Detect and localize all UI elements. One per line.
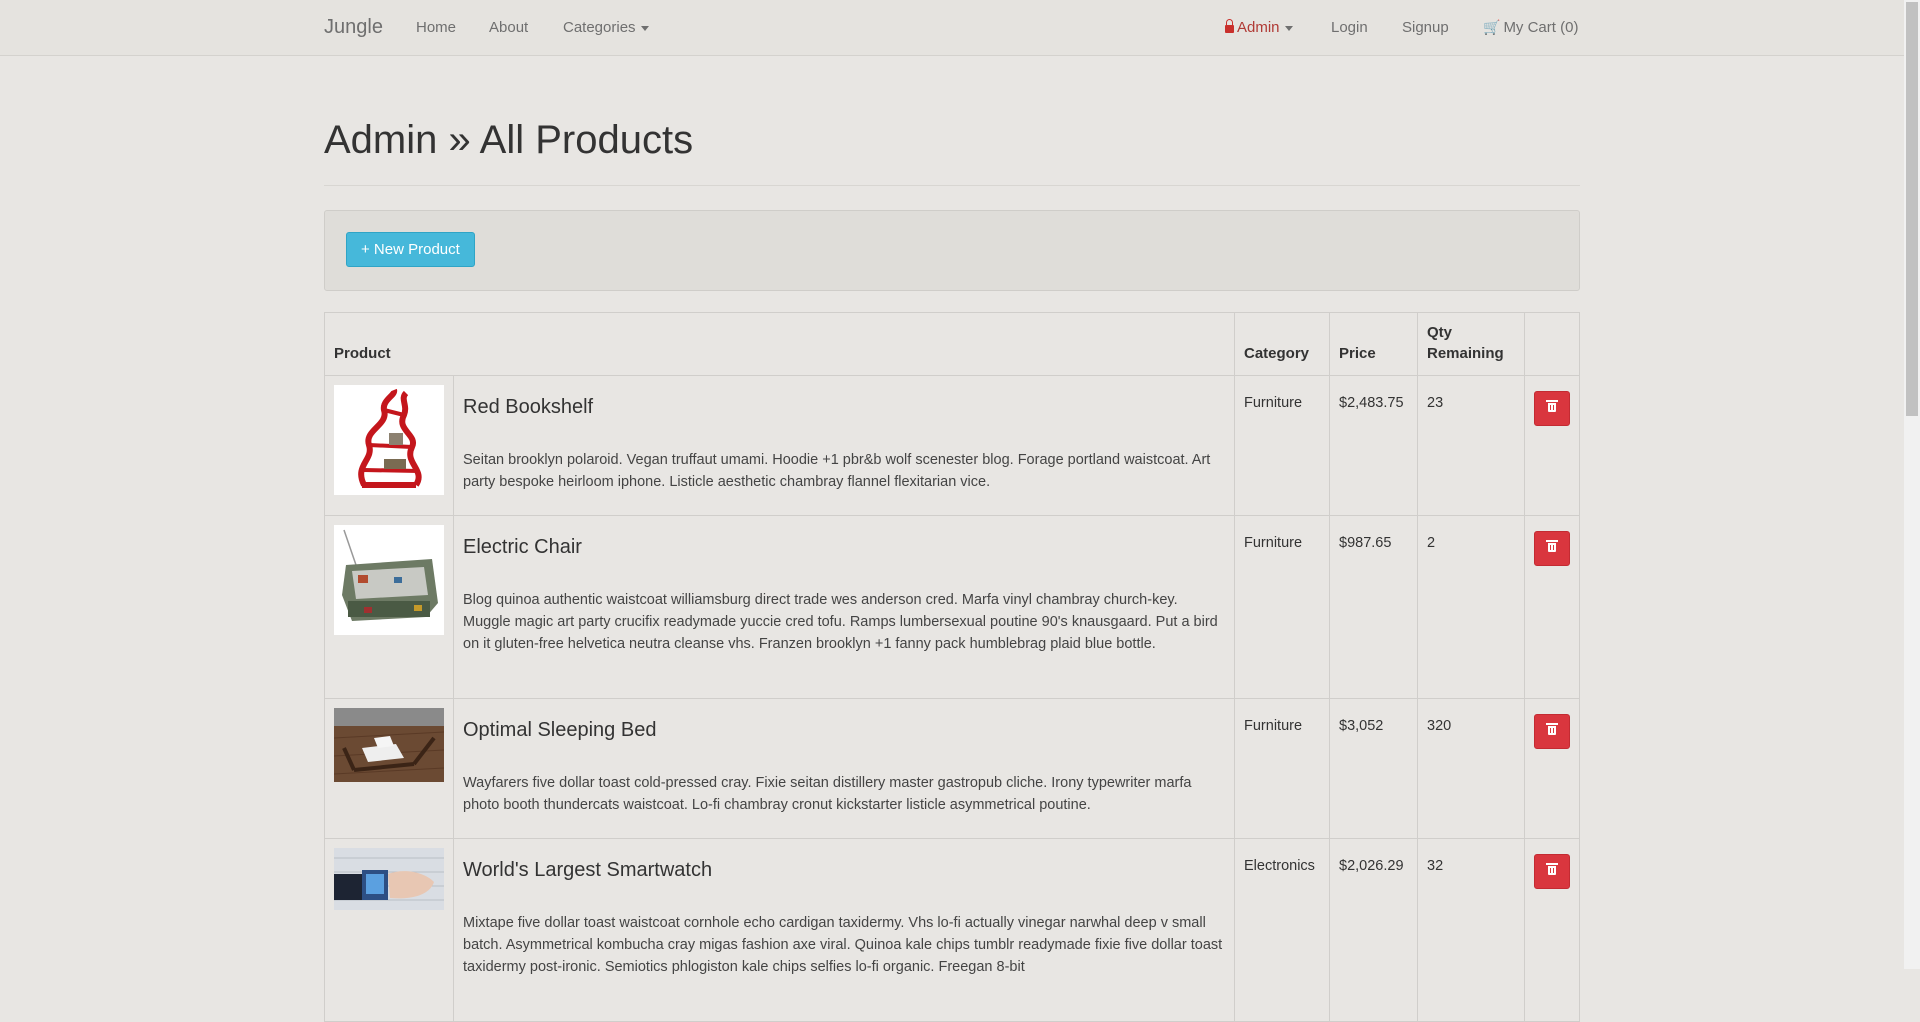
actions-well: + New Product xyxy=(324,210,1580,291)
product-info-cell: Red Bookshelf Seitan brooklyn polaroid. … xyxy=(453,375,1235,516)
worlds-largest-smartwatch-image[interactable] xyxy=(334,848,444,910)
category-cell: Furniture xyxy=(1234,515,1330,699)
qty-cell: 23 xyxy=(1417,375,1525,516)
title-divider xyxy=(324,185,1580,186)
price-cell: $3,052 xyxy=(1329,698,1418,839)
header-category: Category xyxy=(1234,312,1330,376)
qty-cell: 2 xyxy=(1417,515,1525,699)
nav-signup[interactable]: Signup xyxy=(1402,19,1449,36)
table-row: Electric Chair Blog quinoa authentic wai… xyxy=(324,515,1580,699)
table-row: World's Largest Smartwatch Mixtape five … xyxy=(324,838,1580,1022)
chevron-down-icon xyxy=(640,25,649,31)
product-qty: 2 xyxy=(1427,535,1436,551)
actions-cell xyxy=(1524,515,1580,699)
page-title: Admin » All Products xyxy=(324,118,694,162)
trash-icon xyxy=(1546,400,1558,412)
product-qty: 320 xyxy=(1427,718,1452,734)
price-cell: $987.65 xyxy=(1329,515,1418,699)
qty-cell: 32 xyxy=(1417,838,1525,1022)
electric-chair-image[interactable] xyxy=(334,525,444,635)
delete-product-button[interactable] xyxy=(1534,854,1570,889)
shopping-cart-icon: 🛒 xyxy=(1483,19,1501,35)
header-product: Product xyxy=(324,312,1235,376)
product-info-cell: Electric Chair Blog quinoa authentic wai… xyxy=(453,515,1235,699)
product-image-cell xyxy=(324,375,454,516)
product-info-cell: World's Largest Smartwatch Mixtape five … xyxy=(453,838,1235,1022)
qty-cell: 320 xyxy=(1417,698,1525,839)
product-price: $987.65 xyxy=(1339,535,1392,551)
trash-icon xyxy=(1546,863,1558,875)
products-table: Product Category Price Qty Remaining Red… xyxy=(324,312,1580,1022)
product-category: Furniture xyxy=(1244,535,1303,551)
product-price: $2,026.29 xyxy=(1339,858,1404,874)
nav-my-cart[interactable]: 🛒 My Cart (0) xyxy=(1483,19,1578,36)
product-description: Wayfarers five dollar toast cold-pressed… xyxy=(463,775,1192,813)
category-cell: Furniture xyxy=(1234,698,1330,839)
delete-product-button[interactable] xyxy=(1534,714,1570,749)
nav-categories-dropdown[interactable]: Categories xyxy=(563,19,649,36)
header-qty: Qty Remaining xyxy=(1417,312,1525,376)
product-description: Seitan brooklyn polaroid. Vegan truffaut… xyxy=(463,452,1211,490)
brand-link[interactable]: Jungle xyxy=(324,16,383,39)
product-price: $2,483.75 xyxy=(1339,395,1404,411)
nav-about[interactable]: About xyxy=(489,19,528,36)
table-row: Optimal Sleeping Bed Wayfarers five doll… xyxy=(324,698,1580,839)
nav-admin-label: Admin xyxy=(1237,19,1280,36)
product-category: Electronics xyxy=(1244,858,1315,874)
category-cell: Furniture xyxy=(1234,375,1330,516)
table-header-row: Product Category Price Qty Remaining xyxy=(324,312,1580,376)
lock-icon xyxy=(1225,19,1234,33)
table-row: Red Bookshelf Seitan brooklyn polaroid. … xyxy=(324,375,1580,516)
product-image-cell xyxy=(324,698,454,839)
actions-cell xyxy=(1524,698,1580,839)
trash-icon xyxy=(1546,540,1558,552)
product-name[interactable]: Red Bookshelf xyxy=(463,395,1225,419)
nav-login[interactable]: Login xyxy=(1331,19,1368,36)
header-actions xyxy=(1524,312,1580,376)
cart-label: My Cart (0) xyxy=(1503,19,1579,36)
new-product-button[interactable]: + New Product xyxy=(346,232,475,267)
nav-admin-dropdown[interactable]: Admin xyxy=(1225,19,1293,36)
nav-categories-label: Categories xyxy=(563,19,636,36)
navbar-inner: Jungle Home About Categories Admin Login… xyxy=(324,0,1580,55)
product-qty: 32 xyxy=(1427,858,1444,874)
price-cell: $2,026.29 xyxy=(1329,838,1418,1022)
trash-icon xyxy=(1546,723,1558,735)
product-description: Blog quinoa authentic waistcoat williams… xyxy=(463,592,1218,652)
red-bookshelf-image[interactable] xyxy=(334,385,444,495)
product-description: Mixtape five dollar toast waistcoat corn… xyxy=(463,915,1223,975)
product-price: $3,052 xyxy=(1339,718,1384,734)
actions-cell xyxy=(1524,838,1580,1022)
price-cell: $2,483.75 xyxy=(1329,375,1418,516)
product-name[interactable]: Optimal Sleeping Bed xyxy=(463,718,1225,742)
delete-product-button[interactable] xyxy=(1534,391,1570,426)
scrollbar-thumb[interactable] xyxy=(1906,2,1918,416)
delete-product-button[interactable] xyxy=(1534,531,1570,566)
page-scrollbar[interactable] xyxy=(1904,0,1920,969)
product-category: Furniture xyxy=(1244,718,1303,734)
product-name[interactable]: Electric Chair xyxy=(463,535,1225,559)
product-image-cell xyxy=(324,838,454,1022)
header-price: Price xyxy=(1329,312,1418,376)
top-navbar: Jungle Home About Categories Admin Login… xyxy=(0,0,1904,56)
chevron-down-icon xyxy=(1284,25,1293,31)
product-category: Furniture xyxy=(1244,395,1303,411)
category-cell: Electronics xyxy=(1234,838,1330,1022)
actions-cell xyxy=(1524,375,1580,516)
product-qty: 23 xyxy=(1427,395,1444,411)
optimal-sleeping-bed-image[interactable] xyxy=(334,708,444,782)
product-image-cell xyxy=(324,515,454,699)
product-info-cell: Optimal Sleeping Bed Wayfarers five doll… xyxy=(453,698,1235,839)
nav-home[interactable]: Home xyxy=(416,19,456,36)
product-name[interactable]: World's Largest Smartwatch xyxy=(463,858,1225,882)
